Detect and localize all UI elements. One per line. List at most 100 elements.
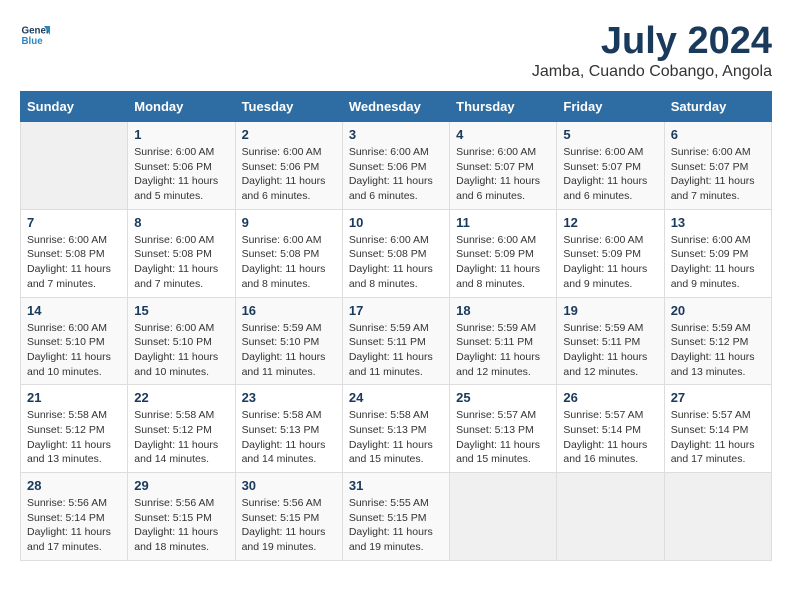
calendar-week-row: 14 Sunrise: 6:00 AMSunset: 5:10 PMDayligh… [21,297,772,385]
header-saturday: Saturday [664,92,771,122]
calendar-cell: 31 Sunrise: 5:55 AMSunset: 5:15 PMDayligh… [342,473,449,561]
day-number: 29 [134,478,228,493]
day-info: Sunrise: 5:59 AMSunset: 5:11 PMDaylight:… [456,321,550,380]
day-info: Sunrise: 5:59 AMSunset: 5:11 PMDaylight:… [349,321,443,380]
day-number: 31 [349,478,443,493]
calendar-cell: 9 Sunrise: 6:00 AMSunset: 5:08 PMDaylight… [235,209,342,297]
day-number: 17 [349,303,443,318]
header-monday: Monday [128,92,235,122]
calendar-cell: 3Sunrise: 6:00 AMSunset: 5:06 PMDaylight… [342,122,449,210]
calendar-week-row: 21Sunrise: 5:58 AMSunset: 5:12 PMDayligh… [21,385,772,473]
day-info: Sunrise: 5:59 AMSunset: 5:11 PMDaylight:… [563,321,657,380]
day-info: Sunrise: 6:00 AMSunset: 5:07 PMDaylight:… [563,145,657,204]
calendar-cell: 20Sunrise: 5:59 AMSunset: 5:12 PMDayligh… [664,297,771,385]
calendar-cell [557,473,664,561]
calendar-cell: 30 Sunrise: 5:56 AMSunset: 5:15 PMDayligh… [235,473,342,561]
calendar-cell: 6 Sunrise: 6:00 AMSunset: 5:07 PMDaylight… [664,122,771,210]
calendar-cell: 15Sunrise: 6:00 AMSunset: 5:10 PMDayligh… [128,297,235,385]
day-info: Sunrise: 5:58 AMSunset: 5:12 PMDaylight:… [27,408,121,467]
day-number: 15 [134,303,228,318]
calendar-cell: 24 Sunrise: 5:58 AMSunset: 5:13 PMDayligh… [342,385,449,473]
calendar-cell: 27Sunrise: 5:57 AMSunset: 5:14 PMDayligh… [664,385,771,473]
calendar-cell [21,122,128,210]
calendar-cell [450,473,557,561]
day-info: Sunrise: 6:00 AMSunset: 5:09 PMDaylight:… [563,233,657,292]
day-info: Sunrise: 5:57 AMSunset: 5:13 PMDaylight:… [456,408,550,467]
day-info: Sunrise: 5:58 AMSunset: 5:12 PMDaylight:… [134,408,228,467]
day-info: Sunrise: 6:00 AMSunset: 5:08 PMDaylight:… [242,233,336,292]
calendar-cell: 16 Sunrise: 5:59 AMSunset: 5:10 PMDayligh… [235,297,342,385]
day-number: 26 [563,390,657,405]
day-number: 2 [242,127,336,142]
day-number: 23 [242,390,336,405]
calendar-cell: 25 Sunrise: 5:57 AMSunset: 5:13 PMDayligh… [450,385,557,473]
calendar-cell: 1Sunrise: 6:00 AMSunset: 5:06 PMDaylight… [128,122,235,210]
day-number: 13 [671,215,765,230]
day-number: 30 [242,478,336,493]
day-info: Sunrise: 5:58 AMSunset: 5:13 PMDaylight:… [349,408,443,467]
page-header: General Blue General Blue July 2024 Jamb… [20,20,772,81]
day-info: Sunrise: 5:56 AMSunset: 5:15 PMDaylight:… [242,496,336,555]
calendar-header-row: SundayMondayTuesdayWednesdayThursdayFrid… [21,92,772,122]
calendar-cell: 23 Sunrise: 5:58 AMSunset: 5:13 PMDayligh… [235,385,342,473]
day-info: Sunrise: 6:00 AMSunset: 5:06 PMDaylight:… [349,145,443,204]
calendar-cell: 7 Sunrise: 6:00 AMSunset: 5:08 PMDaylight… [21,209,128,297]
calendar-cell: 12 Sunrise: 6:00 AMSunset: 5:09 PMDayligh… [557,209,664,297]
day-number: 25 [456,390,550,405]
header-tuesday: Tuesday [235,92,342,122]
calendar-cell: 18 Sunrise: 5:59 AMSunset: 5:11 PMDayligh… [450,297,557,385]
day-info: Sunrise: 6:00 AMSunset: 5:06 PMDaylight:… [242,145,336,204]
calendar-week-row: 7 Sunrise: 6:00 AMSunset: 5:08 PMDaylight… [21,209,772,297]
calendar-cell: 8 Sunrise: 6:00 AMSunset: 5:08 PMDaylight… [128,209,235,297]
day-number: 14 [27,303,121,318]
day-info: Sunrise: 5:56 AMSunset: 5:14 PMDaylight:… [27,496,121,555]
day-number: 6 [671,127,765,142]
day-number: 1 [134,127,228,142]
day-info: Sunrise: 6:00 AMSunset: 5:08 PMDaylight:… [27,233,121,292]
calendar-cell: 29Sunrise: 5:56 AMSunset: 5:15 PMDayligh… [128,473,235,561]
day-number: 19 [563,303,657,318]
day-info: Sunrise: 5:55 AMSunset: 5:15 PMDaylight:… [349,496,443,555]
day-number: 7 [27,215,121,230]
calendar-cell: 21Sunrise: 5:58 AMSunset: 5:12 PMDayligh… [21,385,128,473]
day-info: Sunrise: 6:00 AMSunset: 5:10 PMDaylight:… [27,321,121,380]
day-info: Sunrise: 5:57 AMSunset: 5:14 PMDaylight:… [671,408,765,467]
calendar-week-row: 28Sunrise: 5:56 AMSunset: 5:14 PMDayligh… [21,473,772,561]
title-area: July 2024 Jamba, Cuando Cobango, Angola [532,20,772,81]
calendar-cell: 10Sunrise: 6:00 AMSunset: 5:08 PMDayligh… [342,209,449,297]
calendar-cell: 5 Sunrise: 6:00 AMSunset: 5:07 PMDaylight… [557,122,664,210]
calendar-cell: 17 Sunrise: 5:59 AMSunset: 5:11 PMDayligh… [342,297,449,385]
day-number: 16 [242,303,336,318]
svg-text:Blue: Blue [22,36,44,47]
day-number: 11 [456,215,550,230]
day-number: 12 [563,215,657,230]
calendar-cell: 14 Sunrise: 6:00 AMSunset: 5:10 PMDayligh… [21,297,128,385]
day-number: 9 [242,215,336,230]
day-info: Sunrise: 6:00 AMSunset: 5:09 PMDaylight:… [671,233,765,292]
day-info: Sunrise: 6:00 AMSunset: 5:07 PMDaylight:… [671,145,765,204]
header-wednesday: Wednesday [342,92,449,122]
day-number: 8 [134,215,228,230]
day-info: Sunrise: 5:58 AMSunset: 5:13 PMDaylight:… [242,408,336,467]
day-info: Sunrise: 6:00 AMSunset: 5:08 PMDaylight:… [134,233,228,292]
day-number: 5 [563,127,657,142]
header-friday: Friday [557,92,664,122]
day-info: Sunrise: 5:57 AMSunset: 5:14 PMDaylight:… [563,408,657,467]
logo-icon: General Blue [20,20,50,50]
day-number: 18 [456,303,550,318]
day-number: 22 [134,390,228,405]
calendar-week-row: 1 Sunrise: 6:00 AMSunset: 5:06 PMDaylight… [21,122,772,210]
calendar-table: SundayMondayTuesdayWednesdayThursdayFrid… [20,91,772,561]
header-sunday: Sunday [21,92,128,122]
calendar-cell: 2 Sunrise: 6:00 AMSunset: 5:06 PMDaylight… [235,122,342,210]
calendar-cell: 4Sunrise: 6:00 AMSunset: 5:07 PMDaylight… [450,122,557,210]
calendar-cell: 13 Sunrise: 6:00 AMSunset: 5:09 PMDayligh… [664,209,771,297]
day-info: Sunrise: 5:59 AMSunset: 5:12 PMDaylight:… [671,321,765,380]
day-info: Sunrise: 5:59 AMSunset: 5:10 PMDaylight:… [242,321,336,380]
main-title: July 2024 [532,20,772,63]
day-number: 24 [349,390,443,405]
logo: General Blue General Blue [20,20,54,50]
calendar-cell: 28Sunrise: 5:56 AMSunset: 5:14 PMDayligh… [21,473,128,561]
day-number: 10 [349,215,443,230]
day-info: Sunrise: 6:00 AMSunset: 5:07 PMDaylight:… [456,145,550,204]
